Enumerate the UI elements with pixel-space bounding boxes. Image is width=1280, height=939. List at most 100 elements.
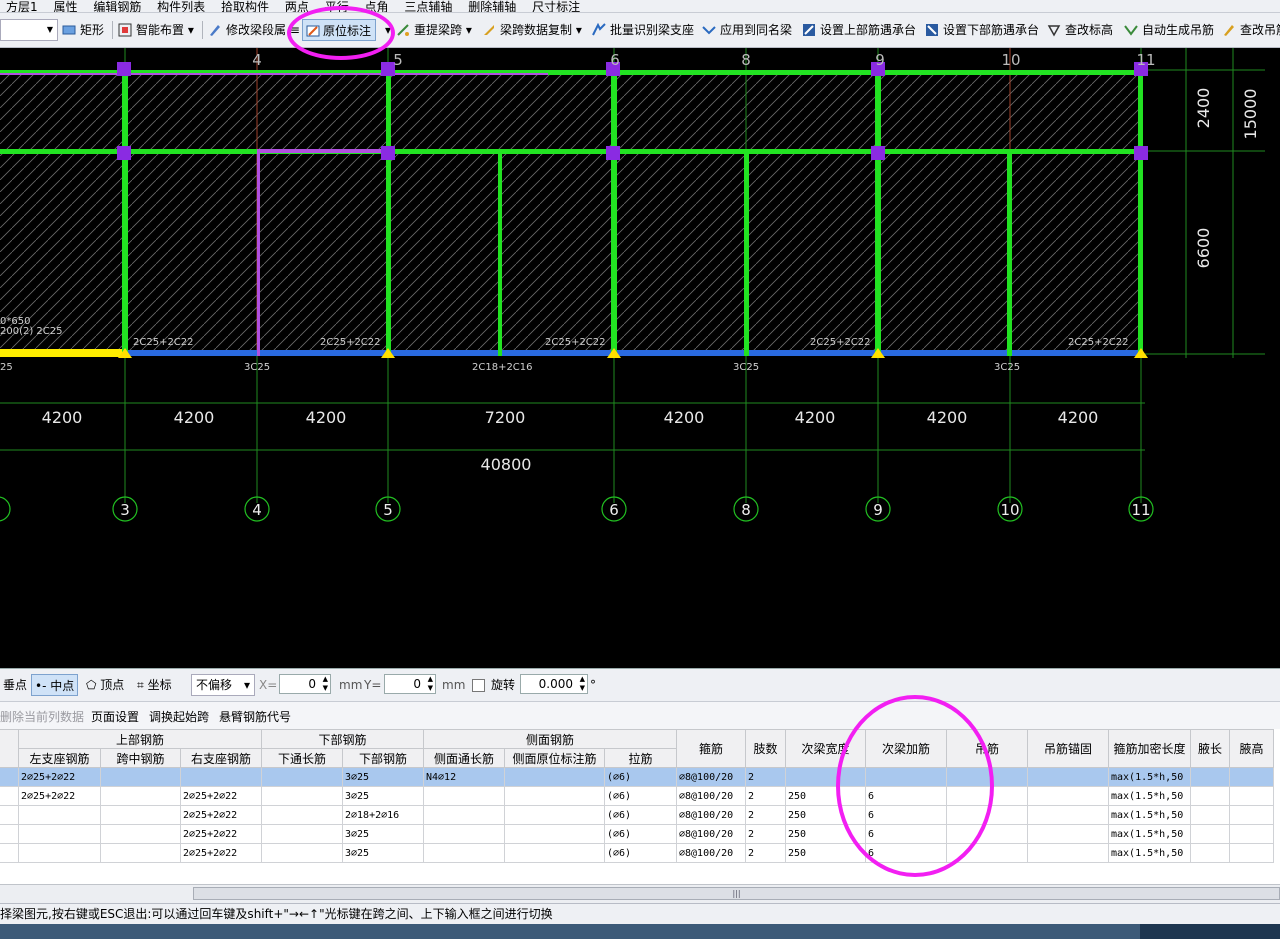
table-cell[interactable]: 2⌀25+2⌀22 [18,767,101,787]
table-cell[interactable]: ⌀8@100/20 [676,824,746,844]
spinner-icon[interactable]: ▲ ▼ [580,675,585,693]
table-cell[interactable]: ⌀8@100/20 [676,767,746,787]
parallel-button[interactable]: 平行 [319,1,355,12]
table-cell[interactable]: ⌀8@100/20 [676,786,746,806]
two-points-button[interactable]: 两点 [279,1,315,12]
table-cell[interactable] [1190,824,1230,844]
table-cell[interactable]: 2 [745,843,786,863]
table-cell[interactable]: N4⌀12 [423,767,505,787]
auto-hanger-button[interactable]: 自动生成吊筋 [1124,19,1214,41]
cantilever-code-button[interactable]: 悬臂钢筋代号 [219,708,291,725]
table-cell[interactable]: 6 [865,805,947,825]
table-cell[interactable] [1027,767,1109,787]
table-cell[interactable] [100,843,181,863]
table-cell[interactable] [1027,786,1109,806]
table-cell[interactable] [1027,843,1109,863]
set-top-cap-button[interactable]: 设置上部筋遇承台 [802,19,916,41]
swap-start-span-button[interactable]: 调换起始跨 [149,708,209,725]
table-cell[interactable] [1027,805,1109,825]
table-cell[interactable] [423,805,505,825]
table-cell[interactable]: ⌀8@100/20 [676,843,746,863]
table-cell[interactable]: 250 [785,843,866,863]
x-input[interactable]: 0 ▲ ▼ [279,674,331,694]
table-cell[interactable] [18,824,101,844]
table-cell[interactable]: max(1.5*h,50 [1108,824,1191,844]
table-cell[interactable]: 2⌀25+2⌀22 [180,786,262,806]
table-cell[interactable] [100,805,181,825]
pick-component-button[interactable]: 拾取构件 [215,1,275,12]
batch-support-button[interactable]: 批量识别梁支座 [592,19,694,41]
delete-column-button[interactable]: 删除当前列数据 [0,708,84,725]
table-cell[interactable]: 250 [785,824,866,844]
table-horizontal-scrollbar[interactable]: ||| [0,884,1280,903]
table-cell[interactable] [423,824,505,844]
row-index-cell[interactable] [0,786,19,806]
span-copy-button[interactable]: 梁跨数据复制 ▾ [482,19,582,41]
in-situ-annotation-button[interactable]: 原位标注 [302,19,377,41]
table-cell[interactable] [1229,843,1274,863]
table-cell[interactable]: 2⌀25+2⌀22 [18,786,101,806]
three-point-axis-button[interactable]: 三点辅轴 [398,1,458,12]
table-cell[interactable]: (⌀6) [604,824,677,844]
row-index-cell[interactable] [0,824,19,844]
table-cell[interactable] [423,843,505,863]
dimension-button[interactable]: 尺寸标注 [526,1,586,12]
rotate-input[interactable]: 0.000 ▲ ▼ [520,674,588,694]
table-cell[interactable]: (⌀6) [604,786,677,806]
delete-axis-button[interactable]: 删除辅轴 [462,1,522,12]
table-cell[interactable] [18,843,101,863]
table-cell[interactable] [261,786,343,806]
table-cell[interactable] [100,767,181,787]
table-cell[interactable] [946,786,1028,806]
table-cell[interactable] [1190,767,1230,787]
table-cell[interactable] [100,824,181,844]
table-cell[interactable] [1229,805,1274,825]
table-cell[interactable]: 2⌀25+2⌀22 [180,843,262,863]
table-cell[interactable] [261,843,343,863]
table-cell[interactable] [1229,824,1274,844]
table-cell[interactable]: 3⌀25 [342,843,424,863]
table-cell[interactable] [785,767,866,787]
table-cell[interactable]: 3⌀25 [342,824,424,844]
in-situ-dropdown[interactable]: ▾ [379,19,391,41]
table-cell[interactable]: 2 [745,767,786,787]
table-cell[interactable] [1027,824,1109,844]
table-cell[interactable]: 2⌀25+2⌀22 [180,805,262,825]
table-cell[interactable] [261,805,343,825]
table-cell[interactable]: 3⌀25 [342,767,424,787]
table-cell[interactable]: max(1.5*h,50 [1108,786,1191,806]
table-cell[interactable] [946,767,1028,787]
table-cell[interactable] [261,824,343,844]
apply-same-button[interactable]: 应用到同名梁 [702,19,792,41]
table-cell[interactable] [946,824,1028,844]
table-cell[interactable] [504,786,605,806]
row-index-cell[interactable] [0,843,19,863]
component-list-button[interactable]: 构件列表 [151,1,211,12]
table-cell[interactable]: 250 [785,786,866,806]
offset-dropdown[interactable]: 不偏移 ▾ [191,674,256,696]
table-row[interactable]: 2⌀25+2⌀22 3⌀25 N4⌀12 (⌀6) ⌀8@100/20 2 max(1.5*… [0,767,1274,787]
table-cell[interactable] [946,805,1028,825]
table-cell[interactable]: 2 [745,805,786,825]
row-index-cell[interactable] [0,767,19,787]
properties-button[interactable]: 属性 [47,1,83,12]
table-cell[interactable]: 250 [785,805,866,825]
table-row[interactable]: 2⌀25+2⌀22 3⌀25 (⌀6) ⌀8@100/20 2 250 6 max(1.5*h… [0,824,1274,844]
table-cell[interactable] [504,843,605,863]
coordinate-snap[interactable]: ⌗ 坐标 [137,674,172,696]
table-cell[interactable]: (⌀6) [604,767,677,787]
modify-span-button[interactable]: 修改梁段属 ≡ [208,19,300,41]
table-cell[interactable] [946,843,1028,863]
table-cell[interactable] [1190,805,1230,825]
beam-yellow-segment[interactable] [0,349,125,357]
table-cell[interactable] [1229,767,1274,787]
edit-rebar-button[interactable]: 编辑钢筋 [87,1,147,12]
table-cell[interactable]: 2⌀25+2⌀22 [180,824,262,844]
plan-drawing[interactable]: 2C25+2C22 2C25+2C22 2C25+2C22 2C25+2C22 … [0,48,1280,668]
table-cell[interactable] [865,767,947,787]
table-row[interactable]: 2⌀25+2⌀22 2⌀25+2⌀22 3⌀25 (⌀6) ⌀8@100/20 2 250 6… [0,786,1274,806]
check-hanger-button[interactable]: 查改吊筋 [1222,19,1280,41]
table-cell[interactable]: max(1.5*h,50 [1108,805,1191,825]
table-cell[interactable] [423,786,505,806]
scrollbar-thumb[interactable]: ||| [193,887,1280,900]
